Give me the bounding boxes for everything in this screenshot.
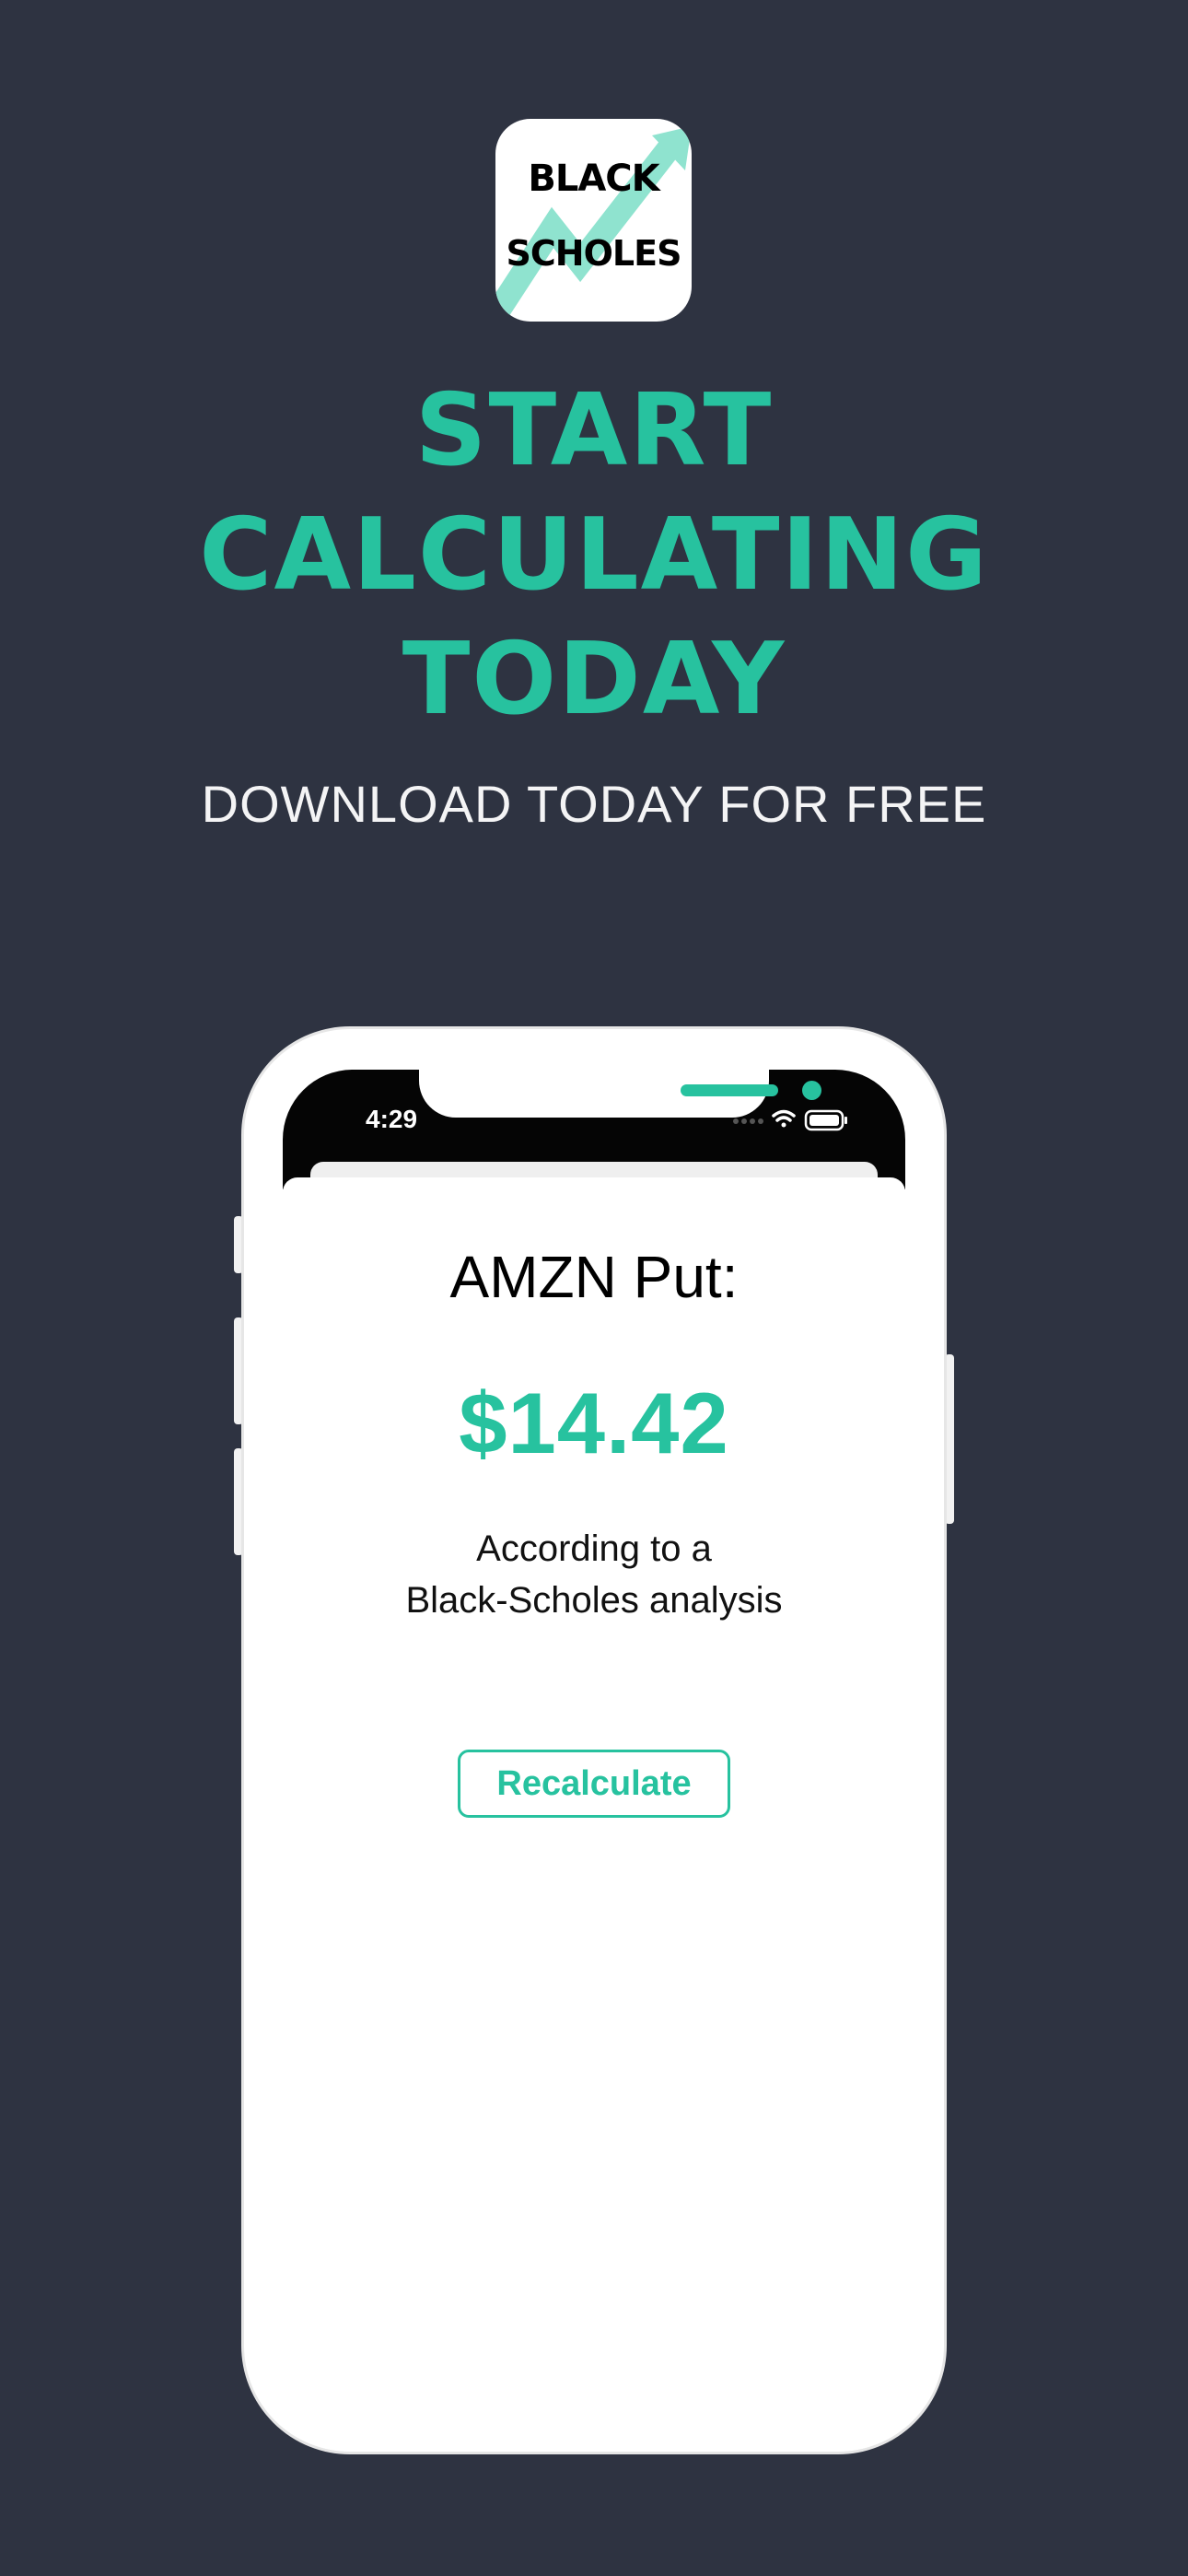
trend-arrow-icon	[495, 126, 692, 320]
headline-line-2: CALCULATING	[199, 498, 989, 613]
option-price: $14.42	[459, 1375, 729, 1471]
analysis-line-2: Black-Scholes analysis	[405, 1580, 783, 1621]
analysis-line-1: According to a	[476, 1528, 712, 1569]
headline: START CALCULATING TODAY	[0, 369, 1188, 742]
status-time: 4:29	[366, 1105, 418, 1133]
battery-icon	[804, 1109, 847, 1131]
headline-line-1: START	[414, 373, 774, 488]
phone-mockup: 4:29 AMZN Put: $14.42 According to a Bla…	[241, 1026, 947, 2454]
logo-text-black: BLACK	[528, 158, 659, 200]
analysis-description: According to a Black-Scholes analysis	[283, 1523, 905, 1626]
option-title: AMZN Put:	[449, 1244, 739, 1310]
wifi-icon	[772, 1109, 796, 1128]
recalculate-button[interactable]: Recalculate	[458, 1750, 730, 1818]
app-logo: BLACK SCHOLES	[495, 119, 692, 322]
logo-text-scholes: SCHOLES	[506, 233, 682, 274]
front-camera	[802, 1081, 821, 1100]
phone-notch	[419, 1070, 821, 1118]
signal-icon	[733, 1118, 763, 1124]
speaker-grille	[681, 1084, 778, 1096]
subheadline: DOWNLOAD TODAY FOR FREE	[201, 775, 987, 833]
headline-line-3: TODAY	[402, 622, 786, 737]
status-icons	[730, 1107, 859, 1132]
phone-screen: 4:29 AMZN Put: $14.42 According to a Bla…	[283, 1070, 905, 2413]
